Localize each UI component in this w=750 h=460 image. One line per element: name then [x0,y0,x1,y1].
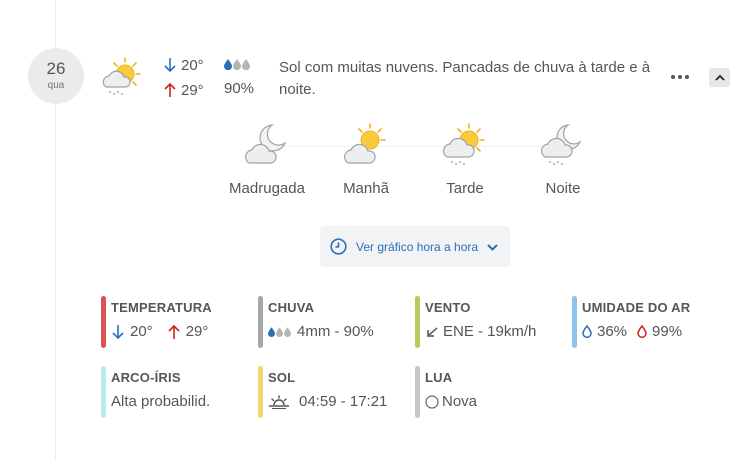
stat-title: SOL [268,370,296,385]
sunrise-icon [269,394,289,409]
stat-temp-max: 29° [185,323,209,340]
day-number: 26 [46,59,66,78]
stat-humidity-max: 99% [652,323,683,340]
stat-color-bar [258,366,263,418]
stat-rainbow: ARCO-ÍRIS Alta probabilid. [101,366,251,418]
rain-summary: 90% [224,56,254,97]
stat-title: CHUVA [268,300,315,315]
dot [671,75,675,79]
new-moon-icon [425,394,439,409]
drop-outline-icon [637,325,647,338]
period-tarde: Tarde [415,122,515,197]
stat-title: ARCO-ÍRIS [111,370,181,385]
stat-sun: SOL 04:59 - 17:21 [258,366,408,418]
period-label: Noite [545,180,581,197]
chevron-down-icon [487,243,498,251]
rain-probability: 90% [224,80,255,97]
stat-title: UMIDADE DO AR [582,300,691,315]
stat-moon-value: Nova [442,393,478,410]
stat-wind: VENTO ENE - 19km/h [415,296,565,348]
chevron-up-icon [714,74,725,81]
sun-cloud-rain-icon [98,54,144,100]
more-options-button[interactable] [668,70,692,84]
stat-humidity-min: 36% [597,323,628,340]
moon-cloud-icon [244,124,287,164]
stat-color-bar [572,296,577,348]
sun-cloud-rain-icon [442,123,485,165]
drop-outline-icon [582,325,592,338]
sun-cloud-icon [343,123,386,164]
forecast-description: Sol com muitas nuvens. Pancadas de chuva… [279,59,651,98]
period-manha: Manhã [316,122,416,197]
wind-direction-icon [427,326,438,337]
arrow-down-icon [164,58,176,73]
temp-max: 29° [181,81,204,99]
period-label: Madrugada [229,180,305,197]
stat-humidity: UMIDADE DO AR 36% 99% [572,296,722,348]
stat-color-bar [258,296,263,348]
stat-sun-value: 04:59 - 17:21 [299,393,388,410]
collapse-button[interactable] [709,68,730,87]
date-badge: 26 qua [28,48,84,104]
stat-rainbow-value: Alta probabilid. [111,393,211,410]
stat-rain: CHUVA 4mm - 90% [258,296,408,348]
stat-color-bar [415,366,420,418]
stat-color-bar [101,366,106,418]
dot [685,75,689,79]
temp-min: 20° [181,56,204,74]
arrow-up-icon [164,82,176,97]
hourly-chart-label: Ver gráfico hora a hora [356,239,479,254]
stat-rain-value: 4mm - 90% [297,323,374,340]
stat-color-bar [101,296,106,348]
temperature-summary: 20° 29° [163,54,204,104]
rain-drops-icon [224,56,254,72]
stat-temp-min: 20° [130,323,153,340]
stat-temperature: TEMPERATURA 20° 29° [101,296,251,348]
period-label: Manhã [343,180,389,197]
period-label: Tarde [446,180,484,197]
moon-cloud-rain-icon [540,124,582,165]
period-madrugada: Madrugada [217,122,317,197]
stat-wind-value: ENE - 19km/h [443,323,537,340]
stat-title: TEMPERATURA [111,300,212,315]
dot [678,75,682,79]
arrow-up-icon [168,324,180,339]
rain-drops-icon [268,326,291,337]
stat-moon: LUA Nova [415,366,565,418]
stat-color-bar [415,296,420,348]
clock-icon [330,238,347,255]
stat-title: VENTO [425,300,471,315]
weekday-label: qua [47,80,65,91]
arrow-down-icon [112,324,124,339]
period-noite: Noite [513,122,613,197]
hourly-chart-button[interactable]: Ver gráfico hora a hora [320,226,510,267]
stat-title: LUA [425,370,453,385]
